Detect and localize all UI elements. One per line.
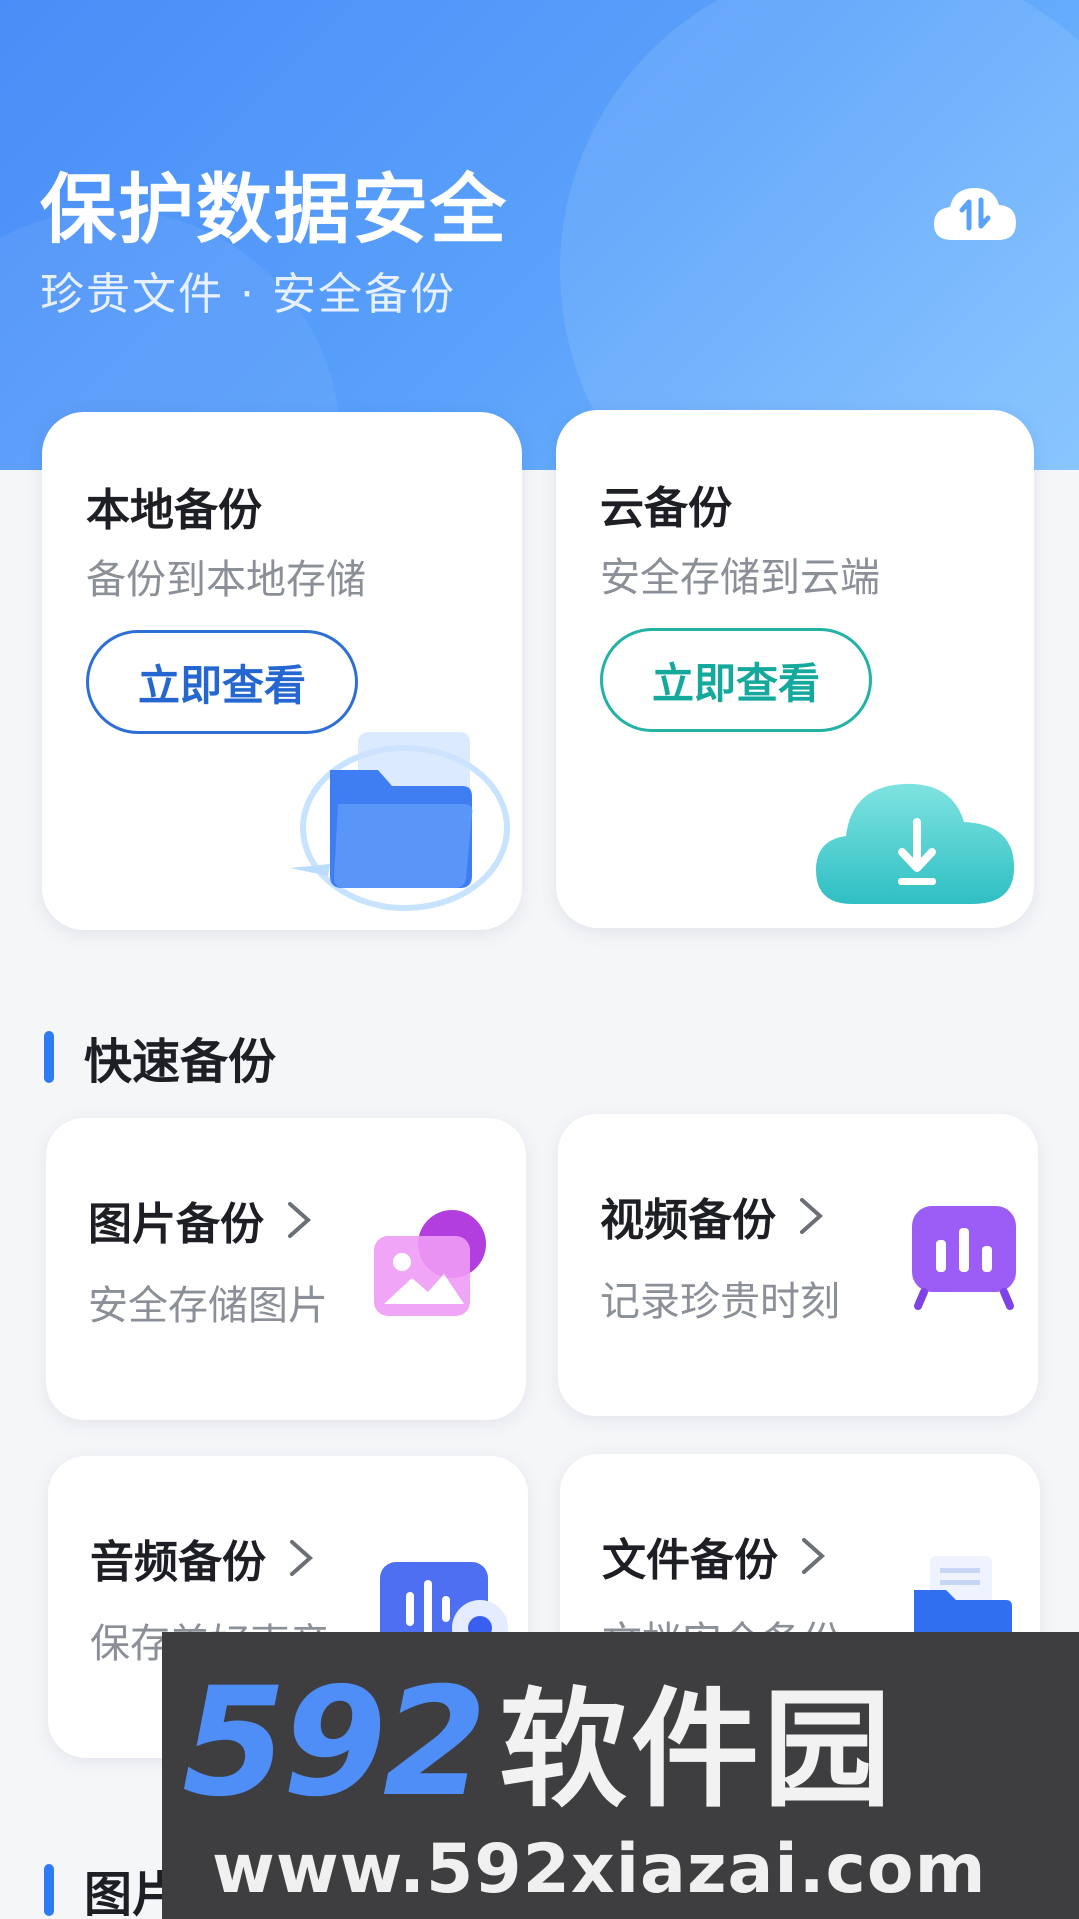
chevron-right-icon — [290, 1540, 314, 1576]
chevron-right-icon — [800, 1198, 824, 1234]
video-icon — [912, 1206, 1016, 1310]
quick-backup-section-header: 快速备份 — [44, 1022, 276, 1092]
image-backup-card[interactable]: 图片备份 安全存储图片 — [46, 1118, 526, 1420]
image-section-header: 图片 — [44, 1855, 180, 1919]
card-title: 图片备份 — [88, 1199, 264, 1250]
cloud-sync-icon[interactable] — [932, 182, 1018, 244]
folder-icon — [290, 732, 510, 911]
chevron-right-icon — [288, 1202, 312, 1238]
watermark-number: 592 — [182, 1656, 487, 1830]
section-bar — [44, 1864, 54, 1916]
card-title: 音频备份 — [90, 1537, 266, 1588]
card-desc: 记录珍贵时刻 — [600, 1279, 840, 1325]
card-desc: 备份到本地存储 — [86, 557, 366, 603]
watermark-url: www.592xiazai.com — [212, 1830, 987, 1909]
view-cloud-button[interactable]: 立即查看 — [600, 628, 872, 732]
watermark-logo: 592 软件园 — [182, 1668, 895, 1818]
local-backup-card[interactable]: 本地备份 备份到本地存储 立即查看 — [42, 412, 522, 930]
card-desc: 安全存储到云端 — [600, 555, 880, 601]
page-title: 保护数据安全 — [40, 165, 508, 254]
image-icon — [374, 1210, 486, 1316]
page-subtitle: 珍贵文件 · 安全备份 — [40, 269, 456, 320]
cloud-download-icon — [816, 783, 1015, 904]
card-title: 云备份 — [600, 483, 732, 534]
chevron-right-icon — [802, 1538, 826, 1574]
cloud-backup-card[interactable]: 云备份 安全存储到云端 立即查看 — [556, 410, 1034, 928]
hero-header: 保护数据安全 珍贵文件 · 安全备份 — [0, 0, 1079, 470]
watermark-brand-text: 软件园 — [499, 1676, 896, 1825]
watermark-overlay: 592 软件园 www.592xiazai.com — [162, 1632, 1079, 1919]
section-bar — [44, 1031, 54, 1083]
video-backup-card[interactable]: 视频备份 记录珍贵时刻 — [558, 1114, 1038, 1416]
section-title: 快速备份 — [84, 1034, 277, 1090]
card-title: 文件备份 — [602, 1535, 778, 1586]
card-desc: 安全存储图片 — [88, 1283, 328, 1329]
card-title: 本地备份 — [86, 485, 262, 536]
app-screen: 保护数据安全 珍贵文件 · 安全备份 本地备份 备份到本地存储 立即查看 云备份… — [0, 0, 1079, 1919]
card-title: 视频备份 — [600, 1195, 776, 1246]
